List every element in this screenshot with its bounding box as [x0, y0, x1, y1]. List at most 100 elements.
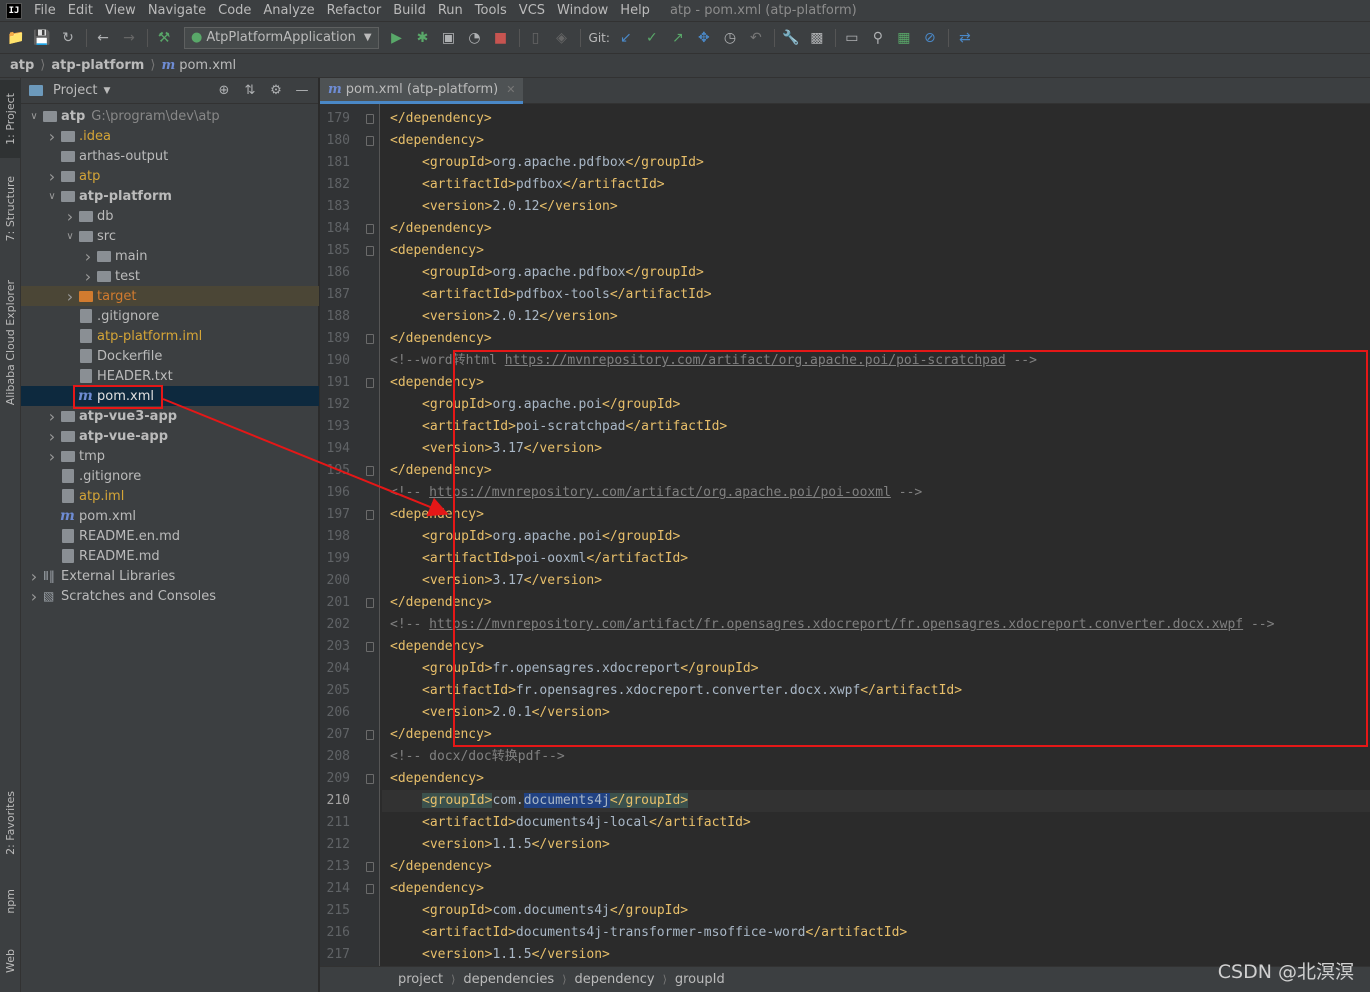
- fold-marker-icon[interactable]: [366, 510, 374, 520]
- tree-item[interactable]: ∨ atp G:\program\dev\atp: [21, 106, 319, 126]
- chevron-right-icon[interactable]: ›: [45, 427, 59, 446]
- code-line[interactable]: 190 <!--word转html https://mvnrepository.c…: [327, 350, 1370, 372]
- tree-item[interactable]: › db: [21, 206, 319, 226]
- fold-marker-icon[interactable]: [366, 378, 374, 388]
- build-hammer-icon[interactable]: ⚒: [152, 26, 176, 50]
- code-line[interactable]: 185 <dependency>: [327, 240, 1370, 262]
- history-icon[interactable]: ◷: [718, 26, 742, 50]
- code-line[interactable]: 210 <groupId>com.documents4j</groupId>: [327, 790, 1370, 812]
- fold-marker-icon[interactable]: [366, 642, 374, 652]
- breadcrumb-dependency[interactable]: dependency: [574, 972, 654, 987]
- collapse-all-icon[interactable]: ⇅: [242, 83, 258, 99]
- tree-item[interactable]: README.md: [21, 546, 319, 566]
- project-panel-title[interactable]: Project: [53, 83, 97, 98]
- code-line[interactable]: 201 </dependency>: [327, 592, 1370, 614]
- tree-item[interactable]: › tmp: [21, 446, 319, 466]
- chevron-down-icon[interactable]: ∨: [63, 231, 77, 242]
- menu-build[interactable]: Build: [387, 3, 432, 18]
- breadcrumb-dependencies[interactable]: dependencies: [463, 972, 554, 987]
- code-line[interactable]: 183 <version>2.0.12</version>: [327, 196, 1370, 218]
- tree-item[interactable]: README.en.md: [21, 526, 319, 546]
- fold-marker-icon[interactable]: [366, 246, 374, 256]
- tab-npm[interactable]: npm: [0, 876, 21, 926]
- menu-refactor[interactable]: Refactor: [321, 3, 388, 18]
- code-line[interactable]: 198 <groupId>org.apache.poi</groupId>: [327, 526, 1370, 548]
- chevron-down-icon[interactable]: ▼: [103, 86, 110, 96]
- terminal-icon[interactable]: ▭: [840, 26, 864, 50]
- tree-item[interactable]: Dockerfile: [21, 346, 319, 366]
- back-icon[interactable]: ←: [91, 26, 115, 50]
- breadcrumb-atp-platform[interactable]: atp-platform: [51, 58, 144, 73]
- fold-marker-icon[interactable]: [366, 136, 374, 146]
- chevron-right-icon[interactable]: ›: [81, 267, 95, 286]
- tab-web[interactable]: Web: [0, 936, 21, 986]
- chevron-right-icon[interactable]: ›: [63, 207, 77, 226]
- code-line[interactable]: 203 <dependency>: [327, 636, 1370, 658]
- menu-view[interactable]: View: [99, 3, 142, 18]
- project-structure-icon[interactable]: ▩: [805, 26, 829, 50]
- code-line[interactable]: 182 <artifactId>pdfbox</artifactId>: [327, 174, 1370, 196]
- menu-vcs[interactable]: VCS: [513, 3, 551, 18]
- code-line[interactable]: 196 <!-- https://mvnrepository.com/artifa…: [327, 482, 1370, 504]
- tree-item[interactable]: m pom.xml: [21, 506, 319, 526]
- chevron-down-icon[interactable]: ∨: [45, 191, 59, 202]
- code-line[interactable]: 188 <version>2.0.12</version>: [327, 306, 1370, 328]
- tree-item[interactable]: › main: [21, 246, 319, 266]
- tree-item[interactable]: › ▧ Scratches and Consoles: [21, 586, 319, 606]
- run-configuration-select[interactable]: ● AtpPlatformApplication ▼: [184, 26, 379, 49]
- breadcrumb-project[interactable]: project: [398, 972, 443, 987]
- tab-project[interactable]: 1: Project: [0, 80, 21, 158]
- tree-item[interactable]: .gitignore: [21, 466, 319, 486]
- tree-item[interactable]: › test: [21, 266, 319, 286]
- code-line[interactable]: 186 <groupId>org.apache.pdfbox</groupId>: [327, 262, 1370, 284]
- tab-alibaba-cloud-explorer[interactable]: Alibaba Cloud Explorer: [0, 268, 21, 418]
- code-line[interactable]: 214 <dependency>: [327, 878, 1370, 900]
- tab-pom-xml[interactable]: m pom.xml (atp-platform) ✕: [320, 78, 524, 104]
- tree-item[interactable]: › atp-vue-app: [21, 426, 319, 446]
- tab-favorites[interactable]: 2: Favorites: [0, 778, 21, 868]
- chevron-down-icon[interactable]: ∨: [27, 111, 41, 122]
- chevron-right-icon[interactable]: ›: [45, 447, 59, 466]
- breadcrumb-atp[interactable]: atp: [10, 58, 34, 73]
- code-line[interactable]: 202 <!-- https://mvnrepository.com/artifa…: [327, 614, 1370, 636]
- tree-item[interactable]: ∨ src: [21, 226, 319, 246]
- code-line[interactable]: 215 <groupId>com.documents4j</groupId>: [327, 900, 1370, 922]
- menu-file[interactable]: File: [28, 3, 62, 18]
- tree-item[interactable]: › .idea: [21, 126, 319, 146]
- code-link[interactable]: https://mvnrepository.com/artifact/org.a…: [429, 485, 891, 500]
- tree-item[interactable]: › Ⅱ‖ External Libraries: [21, 566, 319, 586]
- save-icon[interactable]: 💾: [30, 26, 54, 50]
- rollback-icon[interactable]: ↶: [744, 26, 768, 50]
- code-line[interactable]: 193 <artifactId>poi-scratchpad</artifactI…: [327, 416, 1370, 438]
- tree-item[interactable]: atp-platform.iml: [21, 326, 319, 346]
- menu-code[interactable]: Code: [212, 3, 257, 18]
- code-line[interactable]: 179 </dependency>: [327, 108, 1370, 130]
- coverage-icon[interactable]: ▣: [437, 26, 461, 50]
- run-icon[interactable]: ▶: [385, 26, 409, 50]
- code-line[interactable]: 204 <groupId>fr.opensagres.xdocreport</gr…: [327, 658, 1370, 680]
- menu-tools[interactable]: Tools: [469, 3, 513, 18]
- sync-icon[interactable]: ↻: [56, 26, 80, 50]
- fold-marker-icon[interactable]: [366, 224, 374, 234]
- open-folder-icon[interactable]: 📁: [4, 26, 28, 50]
- git-update-icon[interactable]: ↙: [614, 26, 638, 50]
- code-line[interactable]: 187 <artifactId>pdfbox-tools</artifactId>: [327, 284, 1370, 306]
- code-link[interactable]: https://mvnrepository.com/artifact/fr.op…: [429, 617, 1243, 632]
- chevron-right-icon[interactable]: ›: [63, 287, 77, 306]
- chevron-right-icon[interactable]: ›: [81, 247, 95, 266]
- database-icon[interactable]: ▦: [892, 26, 916, 50]
- block-icon[interactable]: ⊘: [918, 26, 942, 50]
- code-line[interactable]: 209 <dependency>: [327, 768, 1370, 790]
- code-line[interactable]: 216 <artifactId>documents4j-transformer-m…: [327, 922, 1370, 944]
- fold-marker-icon[interactable]: [366, 884, 374, 894]
- code-line[interactable]: 184 </dependency>: [327, 218, 1370, 240]
- git-commit-icon[interactable]: ✓: [640, 26, 664, 50]
- code-line[interactable]: 208 <!-- docx/doc转换pdf-->: [327, 746, 1370, 768]
- chevron-right-icon[interactable]: ›: [45, 407, 59, 426]
- tree-item[interactable]: ∨ atp-platform: [21, 186, 319, 206]
- attach-profiler-icon[interactable]: ◈: [550, 26, 574, 50]
- hide-panel-icon[interactable]: —: [294, 83, 310, 99]
- tree-item[interactable]: arthas-output: [21, 146, 319, 166]
- chevron-right-icon[interactable]: ›: [27, 567, 41, 586]
- stop-icon[interactable]: ■: [489, 26, 513, 50]
